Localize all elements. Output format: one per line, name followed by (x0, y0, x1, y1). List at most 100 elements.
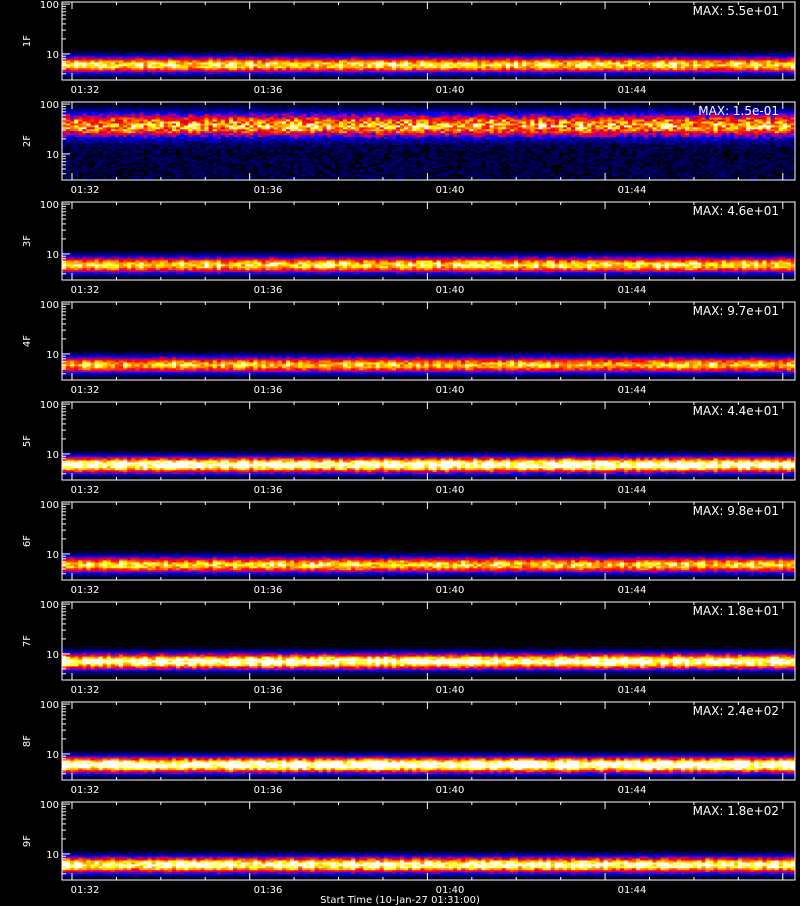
heatmap-cell (608, 59, 612, 61)
heatmap-cell (783, 59, 787, 61)
heatmap-cell (200, 122, 204, 124)
heatmap-cell (152, 104, 156, 106)
heatmap-cell (730, 59, 734, 61)
heatmap-cell (74, 122, 78, 124)
heatmap-cell (306, 74, 310, 76)
heatmap-cell (465, 72, 469, 74)
heatmap-cell (180, 64, 184, 66)
heatmap-cell (636, 55, 640, 57)
heatmap-cell (620, 62, 624, 64)
heatmap-cell (127, 72, 131, 74)
heatmap-cell (669, 57, 673, 59)
heatmap-cell (514, 62, 518, 64)
heatmap-cell (200, 125, 204, 127)
heatmap-cell (66, 122, 70, 124)
heatmap-cell (469, 116, 473, 118)
heatmap-cell (359, 55, 363, 57)
heatmap-cell (139, 57, 143, 59)
heatmap-cell (632, 64, 636, 66)
heatmap-cell (266, 70, 270, 72)
heatmap-cell (412, 57, 416, 59)
heatmap-cell (229, 125, 233, 127)
heatmap-cell (298, 116, 302, 118)
heatmap-cell (506, 57, 510, 59)
heatmap-cell (160, 59, 164, 61)
x-tick-label: 01:32 (71, 85, 100, 96)
heatmap-cell (766, 64, 770, 66)
heatmap-cell (221, 114, 225, 116)
heatmap-cell (494, 104, 498, 106)
heatmap-cell (624, 108, 628, 110)
heatmap-cell (131, 53, 135, 55)
heatmap-cell (86, 108, 90, 110)
heatmap-cell (538, 51, 542, 53)
heatmap-cell (111, 66, 115, 68)
heatmap-cell (351, 120, 355, 122)
heatmap-cell (644, 70, 648, 72)
heatmap-cell (148, 64, 152, 66)
heatmap-cell (579, 118, 583, 120)
heatmap-cell (192, 104, 196, 106)
heatmap-cell (677, 57, 681, 59)
heatmap-cell (209, 76, 213, 78)
heatmap-cell (416, 108, 420, 110)
heatmap-cell (486, 112, 490, 114)
heatmap-cell (127, 104, 131, 106)
heatmap-cell (412, 127, 416, 129)
heatmap-cell (591, 112, 595, 114)
heatmap-cell (262, 123, 266, 125)
heatmap-cell (123, 55, 127, 57)
heatmap-cell (718, 68, 722, 70)
heatmap-cell (449, 72, 453, 74)
heatmap-cell (156, 68, 160, 70)
heatmap-cell (543, 76, 547, 78)
heatmap-cell (783, 62, 787, 64)
heatmap-cell (168, 116, 172, 118)
heatmap-cell (192, 66, 196, 68)
heatmap-cell (249, 129, 253, 131)
heatmap-cell (591, 55, 595, 57)
heatmap-cell (380, 116, 384, 118)
heatmap-cell (486, 108, 490, 110)
heatmap-cell (461, 57, 465, 59)
heatmap-cell (461, 108, 465, 110)
heatmap-cell (388, 120, 392, 122)
heatmap-cell (270, 129, 274, 131)
heatmap-cell (665, 114, 669, 116)
heatmap-cell (502, 106, 506, 108)
heatmap-cell (262, 125, 266, 127)
heatmap-cell (441, 122, 445, 124)
heatmap-cell (604, 106, 608, 108)
heatmap-cell (95, 72, 99, 74)
heatmap-cell (518, 64, 522, 66)
heatmap-cell (168, 68, 172, 70)
heatmap-cell (429, 59, 433, 61)
heatmap-cell (583, 120, 587, 122)
heatmap-cell (331, 61, 335, 63)
heatmap-cell (160, 129, 164, 131)
heatmap-cell (742, 64, 746, 66)
heatmap-cell (371, 108, 375, 110)
heatmap-cell (595, 123, 599, 125)
heatmap-cell (652, 64, 656, 66)
heatmap-cell (188, 110, 192, 112)
heatmap-cell (538, 112, 542, 114)
heatmap-cell (518, 59, 522, 61)
heatmap-cell (196, 127, 200, 129)
heatmap-cell (262, 68, 266, 70)
heatmap-cell (661, 62, 665, 64)
heatmap-cell (103, 59, 107, 61)
heatmap-cell (490, 55, 494, 57)
heatmap-cell (168, 108, 172, 110)
heatmap-cell (758, 51, 762, 53)
heatmap-cell (351, 53, 355, 55)
heatmap-cell (534, 68, 538, 70)
heatmap-cell (270, 61, 274, 63)
heatmap-cell (441, 123, 445, 125)
heatmap-cell (380, 68, 384, 70)
heatmap-cell (188, 72, 192, 74)
heatmap-cell (196, 112, 200, 114)
heatmap-cell (290, 118, 294, 120)
heatmap-cell (95, 106, 99, 108)
heatmap-cell (526, 112, 530, 114)
